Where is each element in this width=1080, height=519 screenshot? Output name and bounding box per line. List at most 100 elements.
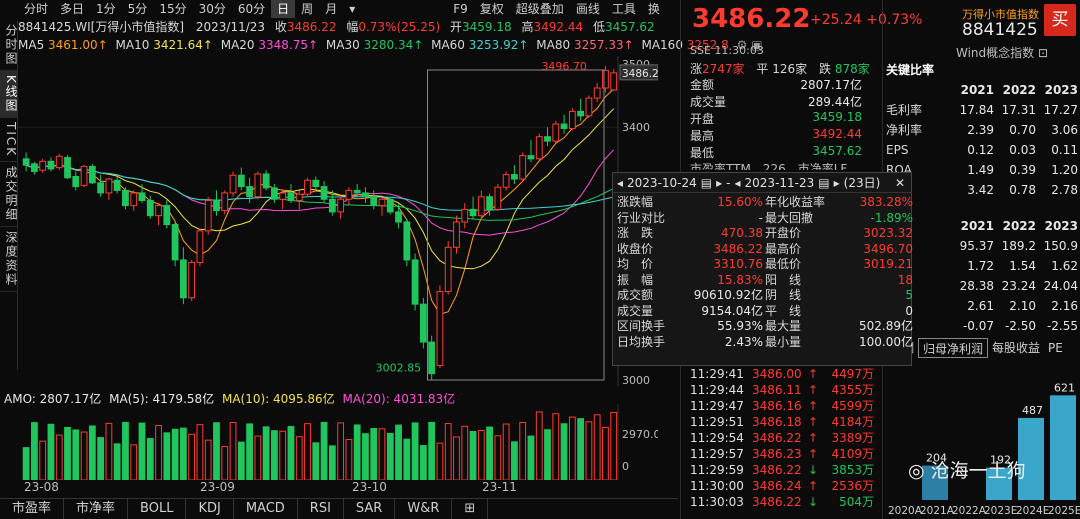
tab-kline[interactable]: K线图 bbox=[0, 71, 18, 118]
draw-line-button[interactable]: 画线 bbox=[570, 0, 606, 18]
volume-bar bbox=[88, 425, 96, 480]
switch-button[interactable]: 换 bbox=[642, 0, 666, 18]
start-date-field[interactable]: 2023-10-24 bbox=[627, 176, 697, 190]
calendar-icon[interactable]: ▤ bbox=[701, 176, 712, 190]
tab-boll[interactable]: BOLL bbox=[128, 499, 187, 519]
tick-row: 11:29:51 3486.18 ↑ 4184万 bbox=[690, 414, 882, 430]
close-icon[interactable]: ✕ bbox=[895, 176, 905, 190]
volume-bar bbox=[419, 445, 427, 480]
tick-volume: 3853万 bbox=[831, 463, 874, 477]
tab-tick[interactable]: TICK bbox=[0, 118, 18, 162]
stats-grid: 涨跌幅 15.60% 年化收益率 383.28% 行业对比 - 最大回撤 -1.89% 涨 跌 4… bbox=[613, 193, 913, 352]
candle-up bbox=[461, 208, 469, 223]
period-week[interactable]: 周 bbox=[295, 0, 319, 18]
period-15min[interactable]: 15分 bbox=[153, 0, 192, 18]
adjust-button[interactable]: 复权 bbox=[474, 0, 510, 18]
candle-down bbox=[386, 198, 394, 213]
f9-button[interactable]: F9 bbox=[447, 0, 474, 18]
up-arrow-icon: ↑ bbox=[808, 367, 819, 381]
calendar-icon[interactable]: ▤ bbox=[818, 176, 829, 190]
tools-button[interactable]: 工具 bbox=[606, 0, 642, 18]
tab-wr[interactable]: W&R bbox=[395, 499, 453, 519]
next-end-icon[interactable]: ▸ bbox=[834, 176, 840, 190]
tab-kdj[interactable]: KDJ bbox=[186, 499, 234, 519]
close-value: 3486.22 bbox=[286, 20, 337, 34]
stat-label: 收盘价 bbox=[617, 241, 654, 256]
index-category: Wind概念指数 ⊡ bbox=[956, 44, 1048, 61]
period-timeshare[interactable]: 分时 bbox=[18, 0, 54, 18]
x-tick-nov: 23-11 bbox=[482, 480, 517, 494]
candle-down bbox=[486, 196, 493, 210]
volume-bar bbox=[428, 421, 436, 480]
interval-stats-popup[interactable]: ◂ 2023-10-24 ▤ ▸ - ◂ 2023-11-23 ▤ ▸ (23日… bbox=[612, 172, 913, 366]
price-tag: 3486.22 bbox=[622, 68, 658, 80]
tick-time: 11:30:03 bbox=[690, 495, 744, 509]
x-tick-aug: 23-08 bbox=[24, 480, 59, 494]
down-count: 878家 bbox=[834, 62, 870, 76]
candle-down bbox=[262, 173, 270, 189]
candle-down bbox=[560, 123, 568, 129]
volume-bar bbox=[213, 422, 220, 480]
period-1min[interactable]: 1分 bbox=[90, 0, 122, 18]
candle-up bbox=[39, 160, 47, 171]
tick-volume: 4109万 bbox=[831, 447, 874, 461]
tab-trade-detail[interactable]: 成交明细 bbox=[0, 162, 18, 227]
volume-bar bbox=[287, 425, 295, 480]
tab-pe[interactable]: 市盈率 bbox=[0, 499, 65, 519]
tab-pb[interactable]: 市净率 bbox=[64, 499, 129, 519]
expand-icon[interactable]: ⊡ bbox=[1038, 46, 1048, 60]
next-start-icon[interactable]: ▸ bbox=[716, 176, 722, 190]
period-30min[interactable]: 30分 bbox=[193, 0, 232, 18]
stat-label: 年化收益率 bbox=[765, 195, 826, 209]
volume-bar bbox=[64, 426, 71, 480]
tab-timeshare[interactable]: 分时图 bbox=[0, 20, 18, 71]
stat-value: 3019.21 bbox=[863, 257, 913, 271]
ratio-value: 1.20 bbox=[1051, 163, 1078, 177]
candle-down bbox=[171, 224, 179, 261]
low-marker: 3002.85 bbox=[376, 362, 422, 375]
ma-legend: MA5 3461.00↑ MA10 3421.64↑ MA20 3348.75↑… bbox=[18, 36, 763, 54]
stat-label: 开盘价 bbox=[765, 226, 802, 240]
candle-down bbox=[527, 155, 535, 160]
volume-bar bbox=[204, 439, 212, 480]
candle-up bbox=[585, 97, 593, 117]
overlay-button[interactable]: 超级叠加 bbox=[510, 0, 570, 18]
period-multiday[interactable]: 多日 bbox=[54, 0, 90, 18]
period-day[interactable]: 日 bbox=[271, 0, 296, 18]
prev-start-icon[interactable]: ◂ bbox=[617, 176, 623, 190]
period-more-dropdown[interactable]: ▾ bbox=[343, 0, 361, 18]
add-indicator-icon[interactable]: ⊞ bbox=[452, 499, 489, 519]
volume-bar bbox=[337, 422, 345, 480]
candle-down bbox=[428, 341, 436, 375]
range-value: 0.73%(25.25) bbox=[358, 20, 441, 34]
ma10-label: MA10 bbox=[115, 38, 150, 52]
tab-depth[interactable]: 深度资料 bbox=[0, 227, 18, 292]
tab-eps[interactable]: 每股收益 bbox=[988, 338, 1044, 358]
volume-bar bbox=[122, 421, 129, 480]
volume-chart[interactable]: 2970.00亿 0 bbox=[18, 404, 658, 480]
tab-pe-forecast[interactable]: PE bbox=[1044, 338, 1067, 358]
tab-macd[interactable]: MACD bbox=[234, 499, 298, 519]
period-month[interactable]: 月 bbox=[319, 0, 343, 18]
candle-down bbox=[31, 163, 38, 172]
tick-row: 11:30:03 3486.22 ↓ 504万 bbox=[690, 494, 882, 510]
tab-rsi[interactable]: RSI bbox=[298, 499, 344, 519]
volume-bar bbox=[72, 429, 80, 480]
buy-button[interactable]: 买 bbox=[1044, 4, 1076, 36]
ma20-label: MA20 bbox=[220, 38, 255, 52]
tab-sar[interactable]: SAR bbox=[344, 499, 396, 519]
tab-net-profit[interactable]: 归母净利润 bbox=[918, 338, 989, 358]
candle-down bbox=[287, 192, 295, 202]
prev-end-icon[interactable]: ◂ bbox=[735, 176, 741, 190]
down-label: 跌 bbox=[818, 62, 831, 76]
ratio-value: 17.31 bbox=[1001, 103, 1036, 117]
stat-label: 最大回撤 bbox=[765, 210, 814, 225]
period-5min[interactable]: 5分 bbox=[122, 0, 154, 18]
period-60min[interactable]: 60分 bbox=[232, 0, 271, 18]
candle-down bbox=[122, 189, 129, 207]
end-date-field[interactable]: 2023-11-23 bbox=[745, 176, 815, 190]
ma80-value: 3257.33↑ bbox=[573, 38, 634, 52]
candlestick-chart[interactable]: 3500340030003486.223496.703002.85 bbox=[18, 56, 658, 386]
quote-row-open: 开盘 3459.18 bbox=[690, 110, 862, 126]
candle-up bbox=[378, 198, 386, 207]
